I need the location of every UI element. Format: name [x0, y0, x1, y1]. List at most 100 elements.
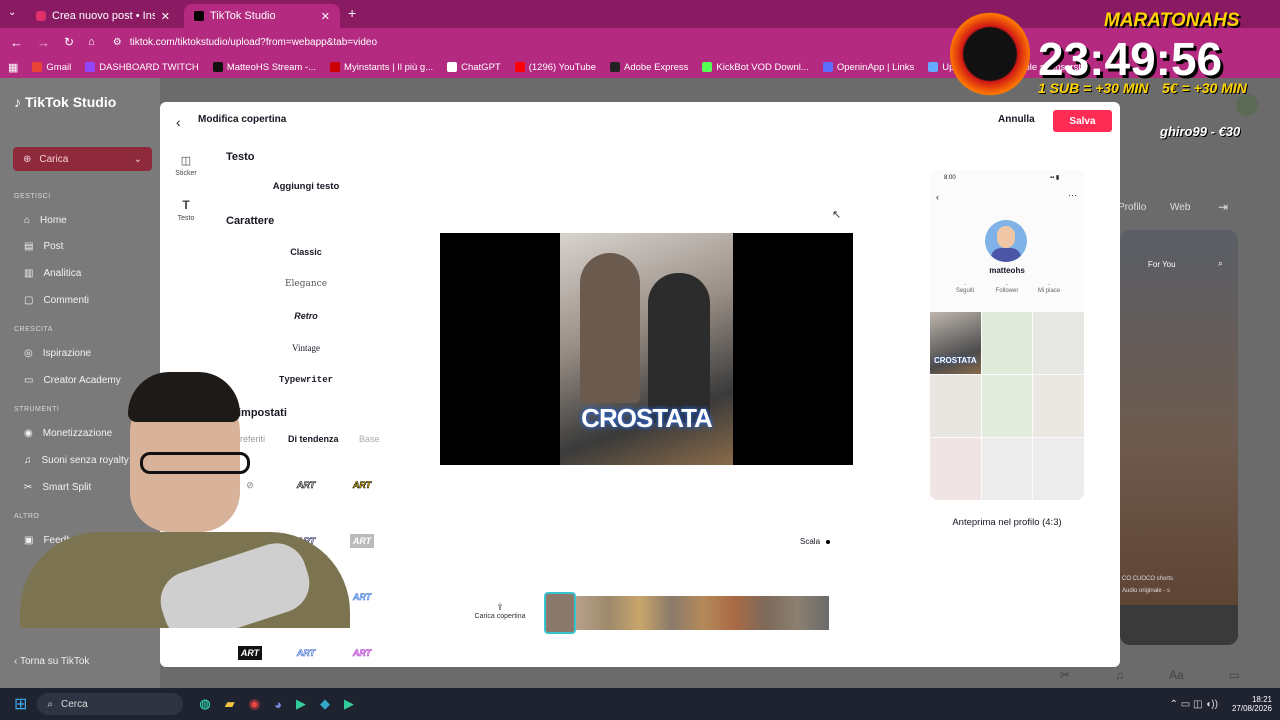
bookmark-label: MatteoHS Stream -... — [226, 61, 317, 73]
back-icon[interactable]: ‹ — [176, 114, 181, 130]
tiktok-icon — [194, 11, 204, 21]
tool-label: Testo — [177, 215, 195, 222]
edit-icon[interactable]: ✂ — [1060, 668, 1070, 682]
sub-rule: 1 SUB = +30 MIN — [1038, 80, 1149, 96]
art-preset-8[interactable]: ART — [294, 646, 318, 660]
font-elegance[interactable]: Elegance — [226, 279, 386, 289]
globe-app-icon[interactable]: ◍ — [199, 696, 210, 712]
nav-label: Home — [40, 215, 67, 226]
save-button[interactable]: Salva — [1053, 110, 1112, 132]
bookmark-label: DASHBOARD TWITCH — [99, 61, 199, 73]
app-icon-3[interactable]: ▶ — [344, 696, 354, 712]
upload-cover-label: Carica copertina — [474, 613, 526, 620]
close-icon[interactable]: ✕ — [161, 10, 170, 23]
tab-label: TikTok Studio — [210, 10, 276, 22]
marathon-title: MARATONAHS — [1104, 10, 1240, 31]
tab-tiktok-studio[interactable]: TikTok Studio ✕ — [184, 4, 340, 28]
openinapp-icon — [822, 62, 833, 72]
bookmark-myinstants[interactable]: Myinstants | Il più g... — [330, 62, 433, 73]
exit-icon[interactable]: ⇥ — [1218, 200, 1228, 214]
apps-icon[interactable]: ▦ — [8, 61, 18, 74]
right-tab-web[interactable]: Web — [1170, 202, 1190, 213]
font-vintage[interactable]: Vintage — [226, 343, 386, 353]
bookmark-adobe[interactable]: Adobe Express — [609, 62, 688, 73]
bookmark-kick[interactable]: MatteoHS Stream -... — [212, 61, 317, 73]
art-preset-7[interactable]: ART — [238, 646, 262, 660]
status-icons: ▪▪ ▮ — [1050, 175, 1060, 181]
selected-frame-thumbnail[interactable] — [544, 592, 576, 634]
windows-start-icon[interactable]: ⊞ — [14, 694, 27, 714]
cancel-button[interactable]: Annulla — [998, 114, 1035, 125]
mouse-cursor-icon: ↖ — [832, 209, 842, 221]
art-preset-2[interactable]: ART — [350, 478, 374, 492]
windows-taskbar: ⊞ ⌕ Cerca ◍ ▰ ◉ ◕ ▶ ◆ ▶ ⌃ ▭ ◫ ◖)) 18:21 2… — [0, 688, 1280, 720]
nav-home[interactable]: ⌂ Home — [24, 215, 67, 226]
bookmark-openinapp[interactable]: OpeninApp | Links — [822, 61, 915, 73]
cover-canvas[interactable]: CROSTATA — [440, 233, 853, 465]
preset-tab-base[interactable]: Base — [359, 434, 380, 444]
bookmark-youtube[interactable]: (1296) YouTube — [514, 62, 596, 73]
forward-icon[interactable]: → — [37, 35, 50, 50]
tool-text[interactable]: T Testo — [172, 198, 200, 222]
back-icon[interactable]: ← — [10, 35, 23, 50]
font-classic[interactable]: Classic — [226, 247, 386, 257]
preview-tile — [1033, 312, 1084, 374]
file-explorer-icon[interactable]: ▰ — [225, 696, 235, 712]
webcam-overlay — [0, 372, 350, 628]
tab-instagram[interactable]: Crea nuovo post • Instagram ✕ — [26, 4, 180, 28]
home-icon[interactable]: ⌂ — [88, 36, 95, 48]
url-field[interactable]: tiktok.com/tiktokstudio/upload?from=weba… — [130, 37, 377, 48]
bookmark-twitch[interactable]: DASHBOARD TWITCH — [85, 62, 199, 73]
cover-title[interactable]: CROSTATA — [560, 403, 733, 434]
section-growth: CRESCITA — [14, 326, 53, 333]
bookmark-chatgpt[interactable]: ChatGPT — [447, 62, 501, 73]
right-tab-profile[interactable]: Profilo — [1118, 202, 1146, 213]
preview-caption: Anteprima nel profilo (4:3) — [952, 517, 1062, 528]
app-icon-2[interactable]: ◆ — [320, 696, 330, 712]
close-icon[interactable]: ✕ — [321, 10, 330, 23]
reload-icon[interactable]: ↻ — [64, 35, 74, 49]
scale-toggle[interactable] — [826, 540, 830, 544]
stat-likes: - Mi piace — [1034, 282, 1064, 294]
tab-list-chevron-icon[interactable]: ⌄ — [8, 7, 16, 18]
art-preset-6[interactable]: ART — [350, 590, 374, 604]
cover-frame[interactable]: CROSTATA — [560, 233, 733, 465]
preview-tile — [930, 438, 981, 500]
caption-icon[interactable]: ▭ — [1229, 668, 1240, 682]
frame-strip[interactable] — [545, 596, 829, 630]
bookmark-label: OpeninApp | Links — [836, 61, 915, 73]
bookmark-kickbot[interactable]: KickBot VOD Downl... — [702, 62, 809, 73]
preview-tile — [981, 438, 1033, 500]
add-text-button[interactable]: Aggiungi testo — [226, 181, 386, 192]
logo-text: TikTok Studio — [25, 94, 117, 110]
profile-preview-phone: 8:00 ▪▪ ▮ ‹ ··· matteohs - Seguiti - Follo… — [930, 170, 1084, 500]
nav-post[interactable]: ▤ Post — [24, 241, 63, 252]
user-avatar[interactable] — [1236, 94, 1258, 116]
art-preset-5[interactable]: ART — [350, 534, 374, 548]
chrome-icon[interactable]: ◉ — [249, 696, 260, 712]
taskbar-search[interactable]: ⌕ Cerca — [37, 693, 184, 715]
app-icon-1[interactable]: ▶ — [296, 696, 306, 712]
nav-comments[interactable]: ▢ Commenti — [24, 295, 89, 306]
back-to-tiktok-link[interactable]: ‹ Torna su TikTok — [14, 656, 89, 667]
bookmark-gmail[interactable]: Gmail — [32, 62, 71, 73]
sound-icon[interactable]: ♫ — [1115, 668, 1124, 682]
upload-cover-button[interactable]: ⇪ Carica copertina — [472, 602, 528, 620]
art-preset-9[interactable]: ART — [350, 646, 374, 660]
nav-analytics[interactable]: ▥ Analitica — [24, 268, 81, 279]
tiktok-logo-icon: ♪ — [14, 94, 21, 110]
tool-sticker[interactable]: ◫ Sticker — [172, 154, 200, 177]
nav-inspiration[interactable]: ◎ Ispirazione — [24, 348, 91, 359]
clock[interactable]: 18:21 27/08/2026 — [1232, 695, 1272, 713]
search-label: Cerca — [61, 698, 88, 710]
new-tab-icon[interactable]: + — [348, 5, 356, 21]
upload-button[interactable]: ⊕ Carica ⌄ — [13, 147, 152, 171]
instagram-icon — [36, 11, 46, 21]
site-settings-icon[interactable]: ⚙ — [113, 37, 122, 48]
text-style-icon[interactable]: Aa — [1169, 668, 1184, 682]
nav-label: Commenti — [43, 295, 90, 306]
font-retro[interactable]: Retro — [226, 311, 386, 321]
tray-icons[interactable]: ⌃ ▭ ◫ ◖)) — [1170, 699, 1218, 710]
discord-icon[interactable]: ◕ — [274, 697, 282, 712]
font-heading: Carattere — [226, 215, 275, 227]
